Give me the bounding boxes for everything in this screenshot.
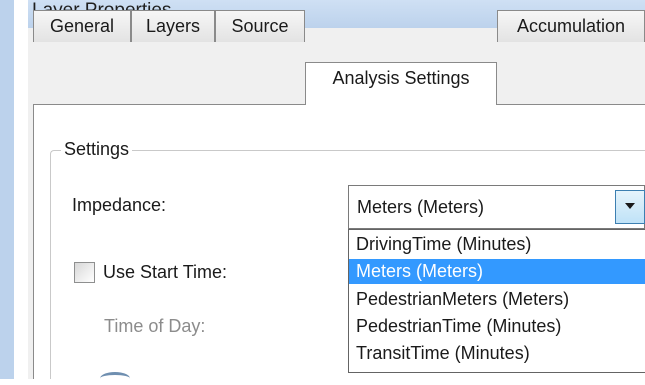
option-pedestrianmeters[interactable]: PedestrianMeters (Meters) bbox=[349, 287, 645, 312]
tab-general[interactable]: General bbox=[33, 10, 131, 42]
impedance-label: Impedance: bbox=[72, 195, 167, 215]
tab-layers[interactable]: Layers bbox=[131, 10, 215, 42]
tab-analysis-settings[interactable]: Analysis Settings bbox=[305, 62, 497, 105]
impedance-dropdown-button[interactable] bbox=[615, 190, 645, 224]
option-pedestriantime[interactable]: PedestrianTime (Minutes) bbox=[349, 314, 645, 339]
use-start-time-label: Use Start Time: bbox=[103, 262, 228, 282]
impedance-value: Meters (Meters) bbox=[357, 197, 485, 217]
time-of-day-label: Time of Day: bbox=[104, 316, 206, 336]
option-transittime[interactable]: TransitTime (Minutes) bbox=[349, 341, 645, 366]
option-meters[interactable]: Meters (Meters) bbox=[349, 259, 645, 284]
option-drivingtime[interactable]: DrivingTime (Minutes) bbox=[349, 232, 645, 257]
tab-source[interactable]: Source bbox=[215, 10, 305, 42]
use-start-time-checkbox[interactable] bbox=[74, 262, 95, 283]
tab-accumulation[interactable]: Accumulation bbox=[497, 10, 645, 42]
impedance-combobox[interactable]: Meters (Meters) bbox=[348, 185, 645, 229]
chevron-down-icon bbox=[625, 203, 635, 209]
impedance-dropdown-list: DrivingTime (Minutes) Meters (Meters) Pe… bbox=[348, 229, 645, 373]
settings-group-label: Settings bbox=[61, 137, 133, 161]
